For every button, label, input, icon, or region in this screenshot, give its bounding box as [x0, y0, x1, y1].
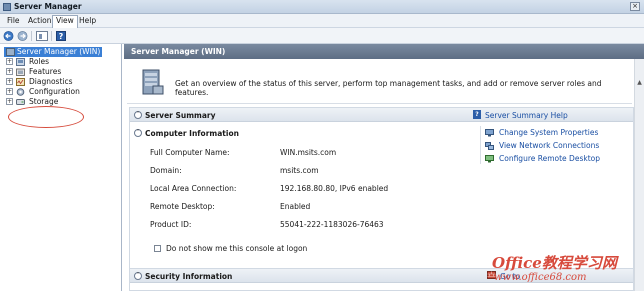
expand-icon[interactable]: +	[6, 88, 13, 95]
network-icon	[485, 142, 494, 150]
tree-item-configuration[interactable]: + Configuration	[0, 87, 120, 97]
remote-desktop-icon	[485, 155, 494, 163]
server-manager-app-icon	[3, 3, 11, 11]
expand-icon[interactable]: +	[6, 98, 13, 105]
info-label: Local Area Connection:	[150, 184, 237, 193]
menu-view[interactable]: View	[52, 15, 78, 28]
roles-icon	[16, 58, 25, 66]
help-icon[interactable]: ?	[56, 31, 66, 41]
vertical-scrollbar[interactable]: ▲	[634, 59, 644, 291]
features-icon	[16, 68, 25, 76]
tree-root-server-manager[interactable]: Server Manager (WIN)	[4, 47, 103, 57]
tree-item-features[interactable]: + Features	[0, 67, 120, 77]
section-title: Server Summary	[145, 111, 216, 120]
storage-icon	[16, 99, 25, 105]
server-summary-header: ˄ Server Summary ? Server Summary Help	[130, 108, 633, 122]
menu-file[interactable]: File	[4, 16, 23, 25]
watermark-text: Office教程学习网	[492, 254, 617, 272]
info-value: Enabled	[280, 202, 311, 211]
help-icon: ?	[473, 110, 481, 119]
tree-item-storage[interactable]: + Storage	[0, 97, 120, 107]
tree-item-label: Diagnostics	[29, 77, 73, 86]
computer-information-actions: Change System Properties View Network Co…	[480, 126, 632, 164]
close-button[interactable]: ×	[630, 2, 640, 11]
banner-description: Get an overview of the status of this se…	[175, 79, 602, 97]
tree-item-diagnostics[interactable]: + Diagnostics	[0, 77, 120, 87]
collapse-icon[interactable]: ˄	[134, 272, 142, 280]
tree-root-label: Server Manager (WIN)	[17, 47, 101, 56]
menu-bar: File Action View Help	[0, 14, 644, 28]
computer-icon	[485, 129, 494, 137]
toolbar-separator	[51, 31, 52, 41]
tree-item-label: Features	[29, 67, 62, 76]
tree-item-roles[interactable]: + Roles	[0, 57, 120, 67]
collapse-icon[interactable]: ˄	[134, 129, 142, 137]
collapse-icon[interactable]: ˄	[134, 111, 142, 119]
back-arrow-icon[interactable]	[3, 31, 14, 41]
server-summary-section: ˄ Server Summary ? Server Summary Help ˄…	[129, 107, 634, 269]
main-header: Server Manager (WIN)	[124, 44, 644, 59]
info-label: Full Computer Name:	[150, 148, 230, 157]
info-label: Remote Desktop:	[150, 202, 215, 211]
annotation-highlight-oval	[8, 106, 84, 128]
menu-help[interactable]: Help	[76, 16, 99, 25]
expand-icon[interactable]: +	[6, 78, 13, 85]
configuration-icon	[16, 88, 25, 96]
info-value: WIN.msits.com	[280, 148, 337, 157]
tree-item-label: Roles	[29, 57, 50, 66]
info-label: Domain:	[150, 166, 182, 175]
server-summary-help-link[interactable]: Server Summary Help	[485, 111, 568, 120]
menu-action[interactable]: Action	[25, 16, 55, 25]
console-tree: Server Manager (WIN) + Roles + Features …	[0, 44, 122, 291]
do-not-show-label: Do not show me this console at logon	[166, 244, 308, 253]
scroll-up-icon[interactable]: ▲	[636, 79, 643, 86]
server-icon	[142, 69, 164, 95]
forward-arrow-icon[interactable]	[17, 31, 28, 41]
server-icon	[6, 48, 15, 56]
section-title: Security Information	[145, 272, 233, 281]
expand-icon[interactable]: +	[6, 58, 13, 65]
title-bar: Server Manager ×	[0, 0, 644, 14]
do-not-show-checkbox[interactable]	[154, 245, 161, 252]
tree-item-label: Configuration	[29, 87, 80, 96]
watermark-url: www.office68.com	[494, 272, 587, 283]
info-label: Product ID:	[150, 220, 192, 229]
diagnostics-icon	[16, 78, 25, 86]
computer-information-title: Computer Information	[145, 129, 239, 138]
overview-banner: Get an overview of the status of this se…	[127, 59, 632, 104]
expand-icon[interactable]: +	[6, 68, 13, 75]
show-hide-console-tree-icon[interactable]	[36, 31, 48, 41]
toolbar-separator	[31, 31, 32, 41]
info-value: msits.com	[280, 166, 319, 175]
info-value: 55041-222-1183026-76463	[280, 220, 384, 229]
toolbar: ?	[0, 28, 644, 44]
window-title: Server Manager	[14, 2, 82, 11]
info-value: 192.168.80.80, IPv6 enabled	[280, 184, 389, 193]
